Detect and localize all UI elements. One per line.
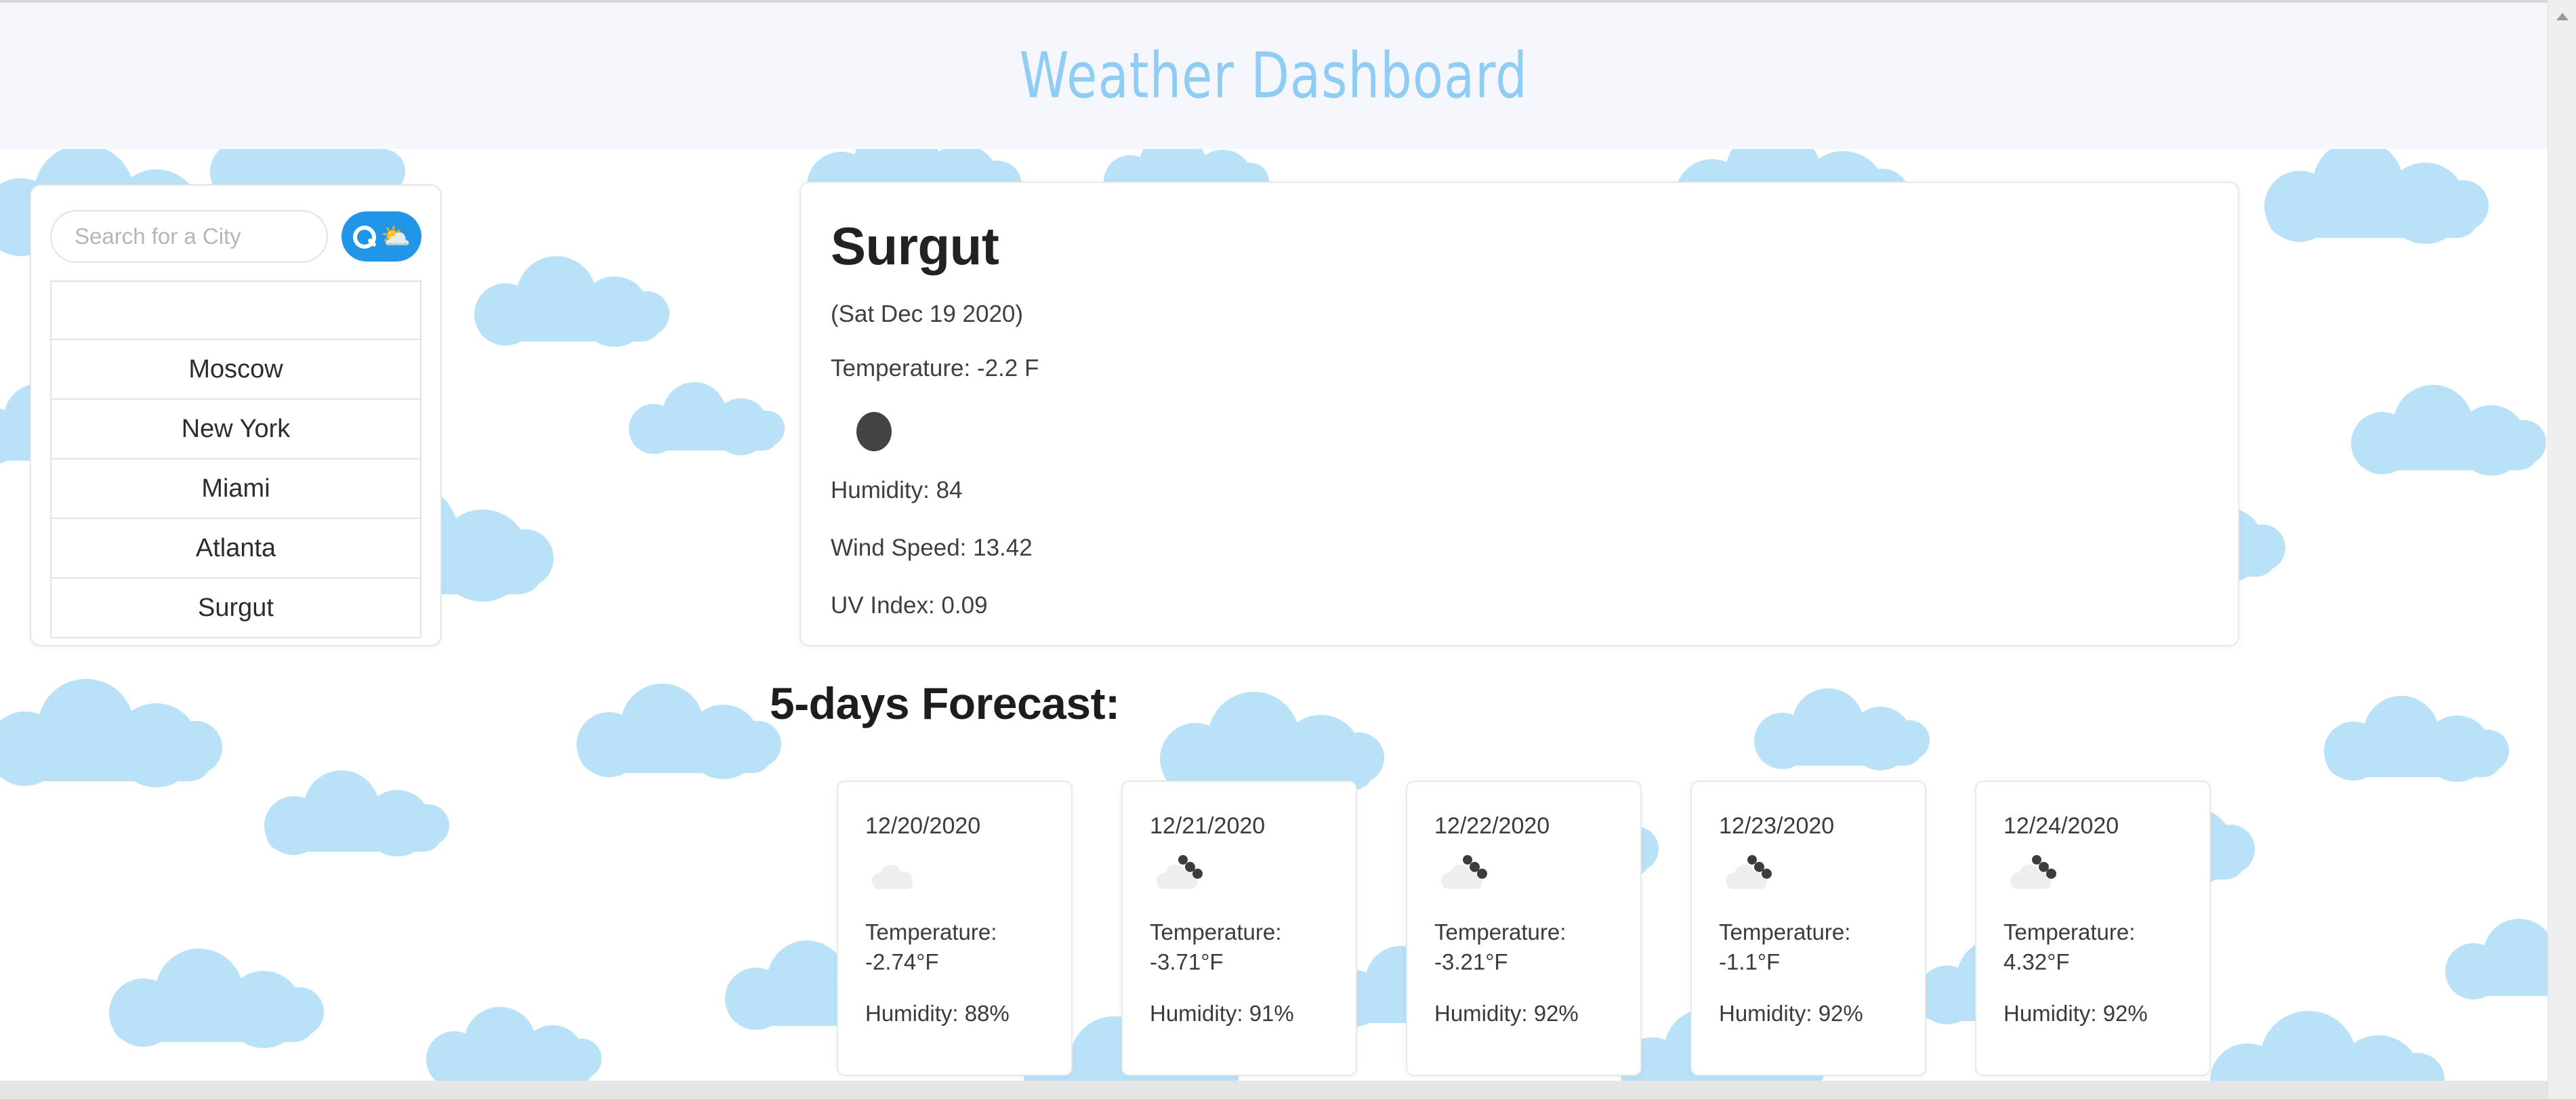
cloud-shape (2439, 908, 2548, 1001)
app-header: Weather Dashboard (0, 3, 2548, 149)
cloud-snow-icon (1719, 850, 1800, 892)
cloud-shape (2344, 373, 2548, 476)
search-icon (352, 225, 376, 249)
scroll-up-arrow-icon[interactable] (2548, 4, 2576, 28)
forecast-temperature-label: Temperature: (1719, 919, 1851, 945)
city-list-item[interactable]: Miami (50, 459, 421, 519)
search-row: ⛅ (50, 209, 421, 264)
forecast-temperature-value: -2.74°F (865, 949, 939, 974)
horizontal-scrollbar[interactable] (0, 1081, 2548, 1099)
current-temperature: Temperature: -2.2 F (831, 355, 1039, 381)
current-humidity: Humidity: 84 (831, 477, 963, 503)
forecast-humidity: Humidity: 88% (865, 1001, 1010, 1027)
city-list-item[interactable]: Surgut (50, 579, 421, 638)
forecast-card: 12/23/2020 Temperature: -1.1°F Humidity: 92… (1690, 781, 1926, 1076)
forecast-temperature-value: -3.21°F (1434, 949, 1508, 974)
forecast-date: 12/22/2020 (1434, 813, 1550, 839)
search-input[interactable] (50, 210, 328, 263)
cloud-shape (2317, 684, 2510, 783)
city-list-item[interactable]: New York (50, 400, 421, 459)
city-search-panel: ⛅ MoscowNew YorkMiamiAtlantaSurgut (30, 184, 442, 646)
sun-behind-cloud-icon: ⛅ (380, 222, 411, 250)
cloud-shape (102, 935, 325, 1049)
cloud-shape (1748, 678, 1931, 770)
cloud-icon (865, 850, 947, 892)
forecast-temperature-value: -3.71°F (1150, 949, 1224, 974)
cloud-shape (0, 664, 224, 788)
forecast-heading: 5-days Forecast: (770, 678, 1120, 728)
cloud-shape (1152, 678, 1386, 796)
forecast-date: 12/24/2020 (2003, 813, 2119, 839)
cloud-shape (468, 244, 671, 347)
forecast-card: 12/24/2020 Temperature: 4.32°F Humidity: 92… (1975, 781, 2211, 1076)
cloud-shape (257, 759, 451, 857)
page-title: Weather Dashboard (1019, 39, 1529, 112)
cloud-shape (2256, 149, 2490, 244)
cloud-shape (623, 373, 786, 455)
cloud-shape (420, 996, 603, 1081)
forecast-date: 12/23/2020 (1719, 813, 1835, 839)
forecast-humidity: Humidity: 92% (1719, 1001, 1863, 1027)
window-top-edge (0, 0, 2576, 3)
city-list-item[interactable]: Atlanta (50, 519, 421, 579)
forecast-card: 12/21/2020 Temperature: -3.71°F Humidity: 9… (1121, 781, 1357, 1076)
forecast-temperature-value: -1.1°F (1719, 949, 1781, 974)
forecast-temperature-label: Temperature: (865, 919, 997, 945)
current-city-name: Surgut (831, 216, 999, 276)
forecast-temperature-label: Temperature: (1434, 919, 1566, 945)
forecast-date: 12/20/2020 (865, 813, 981, 839)
current-weather-icon-wrap (856, 412, 2238, 453)
vertical-scrollbar[interactable] (2548, 0, 2576, 1099)
city-list: Moscow New York Miami Atlanta Surgut (50, 281, 421, 638)
forecast-humidity: Humidity: 91% (1150, 1001, 1294, 1027)
current-uv-index: UV Index: 0.09 (831, 592, 988, 619)
forecast-humidity: Humidity: 92% (1434, 1001, 1579, 1027)
cloud-snow-icon (1150, 850, 1231, 892)
cloud-shape (569, 671, 783, 779)
current-date: (Sat Dec 19 2020) (831, 301, 1024, 327)
forecast-date: 12/21/2020 (1150, 813, 1266, 839)
forecast-temperature-label: Temperature: (2003, 919, 2136, 945)
current-wind-speed: Wind Speed: 13.42 (831, 535, 1033, 561)
city-list-item[interactable]: Moscow (50, 340, 421, 400)
forecast-card-row: 12/20/2020 Temperature: -2.74°F Humidity: 8… (837, 781, 2266, 1076)
weather-dashboard-app: Weather Dashboard ⛅ MoscowNew YorkMiamiA… (0, 0, 2576, 1099)
forecast-card: 12/22/2020 Temperature: -3.21°F Humidity: 9… (1406, 781, 1642, 1076)
forecast-card: 12/20/2020 Temperature: -2.74°F Humidity: 8… (837, 781, 1073, 1076)
current-weather-card: Surgut (Sat Dec 19 2020) Temperature: -2… (799, 182, 2239, 646)
search-button[interactable]: ⛅ (341, 211, 421, 262)
dark-circle-weather-icon (856, 412, 892, 451)
forecast-humidity: Humidity: 92% (2003, 1001, 2148, 1027)
cloud-snow-icon (1434, 850, 1516, 892)
cloud-snow-icon (2003, 850, 2085, 892)
forecast-temperature-value: 4.32°F (2003, 949, 2070, 974)
city-list-item[interactable] (50, 281, 421, 340)
forecast-temperature-label: Temperature: (1150, 919, 1282, 945)
